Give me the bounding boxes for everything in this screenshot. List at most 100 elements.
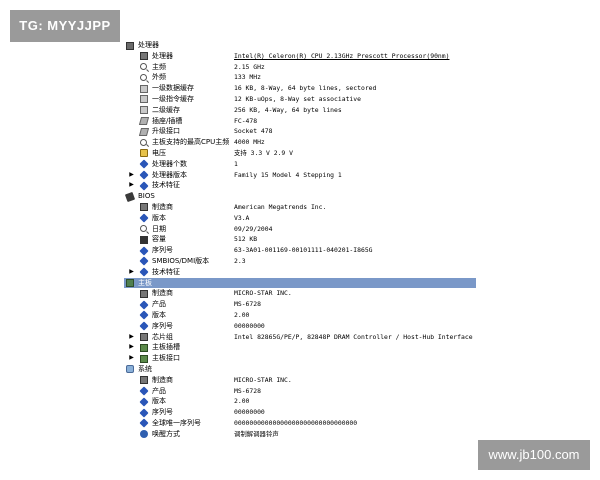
expand-arrow-icon[interactable]: ▶ [128,353,135,364]
tree-row[interactable]: ▶ 芯片组 Intel 82865G/PE/P, 82848P DRAM Contr… [124,332,476,343]
tree-row[interactable]: 产品 MS-6728 [124,386,476,397]
hardware-info-tree: 处理器处理器 Intel(R) Celeron(R) CPU 2.13GHz Pr… [124,40,476,439]
row-label: 制造商 [152,375,173,384]
tree-row[interactable]: 外频 133 MHz [124,72,476,83]
row-value: 09/29/2004 [234,224,273,233]
row-label: 版本 [152,213,166,222]
manufacturer-icon [140,203,148,212]
row-value: 16 KB, 8-Way, 64 byte lines, sectored [234,84,377,93]
row-label: 插座/插槽 [152,116,183,125]
tree-row[interactable]: SMBIOS/DMI版本 2.3 [124,256,476,267]
row-value: 512 KB [234,235,258,244]
memory-icon [140,235,148,244]
row-value: MICRO-STAR INC. [234,375,292,384]
row-label: 制造商 [152,202,173,211]
row-value: 2.00 [234,397,250,406]
tree-category-row[interactable]: 处理器 [124,40,476,51]
row-label: 主板接口 [152,354,180,363]
cache-icon [140,106,148,115]
tree-row[interactable]: 二级缓存 256 KB, 4-Way, 64 byte lines [124,105,476,116]
tree-row[interactable]: 容量 512 KB [124,234,476,245]
socket-icon [138,127,150,136]
tree-category-row[interactable]: 主板 [124,277,476,289]
tree-row[interactable]: 唤醒方式 调制解调器铃声 [124,429,476,440]
tree-row[interactable]: ▶ 技术特征 [124,180,476,191]
row-value: 支持 3.3 V 2.9 V [234,148,293,157]
tree-row[interactable]: ▶ 处理器版本 Family 15 Model 4 Stepping 1 [124,170,476,181]
row-label: 处理器版本 [152,170,187,179]
tree-row[interactable]: 版本 2.00 [124,396,476,407]
row-label: 主板插槽 [152,343,180,352]
info-diamond-icon [139,397,149,407]
tree-row[interactable]: 日期 09/29/2004 [124,224,476,235]
row-label: 产品 [152,386,166,395]
tree-row[interactable]: 插座/插槽 FC-478 [124,116,476,127]
tree-row[interactable]: 处理器 Intel(R) Celeron(R) CPU 2.13GHz Presc… [124,51,476,62]
row-value: MS-6728 [234,300,261,309]
manufacturer-icon [140,289,148,298]
tree-row[interactable]: 产品 MS-6728 [124,299,476,310]
row-value: 12 KB-uOps, 8-Way set associative [234,94,361,103]
row-label: SMBIOS/DMI版本 [152,256,210,265]
info-diamond-icon [139,418,149,428]
tree-row[interactable]: ▶ 主板接口 [124,353,476,364]
row-value: 133 MHz [234,73,261,82]
tree-row[interactable]: 制造商 MICRO-STAR INC. [124,288,476,299]
info-diamond-icon [139,300,149,310]
row-label: 一级数据缓存 [152,84,194,93]
info-diamond-icon [139,256,149,266]
tree-row[interactable]: 版本 2.00 [124,310,476,321]
cache-icon [140,95,148,104]
tree-row[interactable]: 主板支持的最高CPU主频 4000 MHz [124,137,476,148]
tree-row[interactable]: 处理器个数 1 [124,159,476,170]
tree-row[interactable]: 主频 2.15 GHz [124,62,476,73]
row-label: 序列号 [152,321,173,330]
expand-arrow-icon[interactable]: ▶ [128,170,135,181]
expand-arrow-icon[interactable]: ▶ [128,332,135,343]
tree-category-row[interactable]: 系统 [124,364,476,375]
tree-row[interactable]: ▶ 技术特征 [124,267,476,278]
slot-icon [140,343,148,352]
tree-row[interactable]: 制造商 MICRO-STAR INC. [124,375,476,386]
tree-row[interactable]: 序列号 00000000 [124,321,476,332]
tree-row[interactable]: 电压 支持 3.3 V 2.9 V [124,148,476,159]
info-diamond-icon [139,181,149,191]
tree-row[interactable]: 制造商 American Megatrends Inc. [124,202,476,213]
row-label: 产品 [152,300,166,309]
port-icon [140,354,148,363]
row-label: BIOS [138,192,155,201]
row-value: 2.15 GHz [234,62,265,71]
tree-row[interactable]: 全球唯一序列号 00000000000000000000000000000000 [124,418,476,429]
row-label: 电压 [152,148,166,157]
row-label: 主板 [138,278,152,287]
system-category-icon [126,365,134,374]
expand-arrow-icon[interactable]: ▶ [128,342,135,353]
tree-row[interactable]: 版本 V3.A [124,213,476,224]
info-diamond-icon [139,246,149,256]
expand-arrow-icon[interactable]: ▶ [128,267,135,278]
row-value: 2.3 [234,256,246,265]
tree-row[interactable]: 序列号 63-3A01-001169-00101111-040201-I865G [124,245,476,256]
row-label: 升级接口 [152,127,180,136]
info-diamond-icon [139,170,149,180]
row-value: 4000 MHz [234,138,265,147]
info-diamond-icon [139,213,149,223]
info-diamond-icon [139,310,149,320]
tree-row[interactable]: 序列号 00000000 [124,407,476,418]
tree-category-row[interactable]: BIOS [124,191,476,202]
watermark-bottom-right: www.jb100.com [478,440,590,470]
row-label: 处理器 [138,41,159,49]
row-label: 芯片组 [152,332,173,341]
tree-row[interactable]: ▶ 主板插槽 [124,342,476,353]
row-value: Family 15 Model 4 Stepping 1 [234,170,342,179]
watermark-top-left: TG: MYYJJPP [10,10,120,42]
row-label: 唤醒方式 [152,429,180,438]
row-value: American Megatrends Inc. [234,202,327,211]
row-value: MS-6728 [234,386,261,395]
expand-arrow-icon[interactable]: ▶ [128,180,135,191]
tree-row[interactable]: 一级指令缓存 12 KB-uOps, 8-Way set associative [124,94,476,105]
tree-row[interactable]: 一级数据缓存 16 KB, 8-Way, 64 byte lines, secto… [124,83,476,94]
row-value: 00000000 [234,408,265,417]
row-label: 二级缓存 [152,105,180,114]
tree-row[interactable]: 升级接口 Socket 478 [124,126,476,137]
